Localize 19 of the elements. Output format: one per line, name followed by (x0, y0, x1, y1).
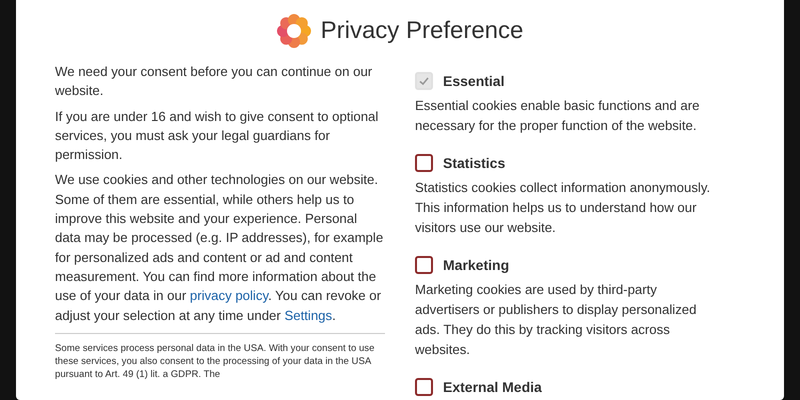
category-description: Marketing cookies are used by third-party advertisers or publishers to display personalized ads. They do this by tracking visitors across websites. (415, 281, 698, 359)
checkbox[interactable] (415, 154, 433, 172)
consent-paragraph: We use cookies and other technologies on our website. Some of them are essential, while others help us to improve this website and your experience. Personal data may be processed (e.g. IP addresses), for example for personalized ads and content or ad and content measurement. You can find more information about the use of your data in our privacy policy. You can revoke or adjust your selection at any time under Settings. (55, 171, 384, 325)
checkbox[interactable] (415, 378, 433, 396)
logo-icon (276, 14, 311, 48)
category-label: Essential (443, 73, 504, 89)
category-label: Marketing (443, 257, 510, 273)
dialog-title: Privacy Preference (320, 17, 524, 45)
checkbox[interactable] (415, 256, 433, 274)
footnote-text: Some services process personal data in the USA. With your consent to use these services, you also consent to the processing of your data in the USA pursuant to Art. 49 (1) lit. a GDPR. The (55, 342, 376, 381)
category-description: Essential cookies enable basic functions and are necessary for the proper function of the website. (415, 97, 700, 135)
consent-paragraph: If you are under 16 and wish to give consent to optional services, you must ask your legal guardians for permission. (55, 108, 380, 164)
category-label: Statistics (443, 155, 506, 171)
text-link[interactable]: Settings (284, 308, 332, 323)
text-link[interactable]: privacy policy (190, 288, 268, 304)
consent-paragraph: We need your consent before you can continue on our website. (55, 63, 374, 100)
category-label: External Media (443, 379, 542, 395)
check-icon (418, 75, 430, 87)
category-description: Statistics cookies collect information anonymously. This information helps us to understand how our visitors use our website. (415, 179, 712, 237)
